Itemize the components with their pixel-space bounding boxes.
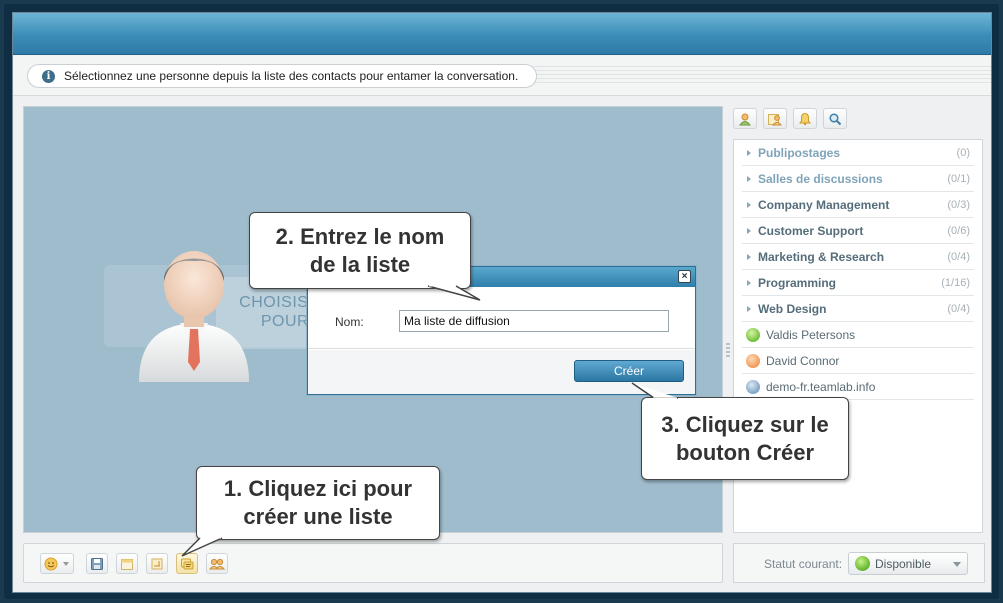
callout-step-1-tail <box>181 535 223 557</box>
close-icon[interactable]: × <box>678 270 691 283</box>
callout-step-2-tail <box>427 283 481 301</box>
expand-arrow-icon <box>747 175 751 182</box>
bottom-toolbar <box>23 543 723 583</box>
info-icon: i <box>42 69 55 83</box>
contact-icon <box>739 113 751 125</box>
group-name: Company Management <box>758 197 890 212</box>
chevron-down-icon <box>63 562 69 566</box>
bell-icon <box>799 112 811 125</box>
status-away-icon <box>746 353 760 368</box>
contact-valdis-petersons[interactable]: Valdis Petersons <box>742 322 974 348</box>
dialog-body: Nom: <box>308 287 695 349</box>
status-online-icon <box>746 327 760 342</box>
panel-splitter[interactable] <box>726 343 730 359</box>
info-message: i Sélectionnez une personne depuis la li… <box>27 64 538 88</box>
folder-icon <box>151 558 163 569</box>
group-count: (0/4) <box>947 302 970 315</box>
search-icon <box>829 112 842 125</box>
status-value: Disponible <box>875 556 932 571</box>
group-name: Web Design <box>758 301 827 316</box>
groups-view-button[interactable] <box>763 108 787 129</box>
status-select[interactable]: Disponible <box>848 552 968 575</box>
group-name: Customer Support <box>758 223 864 238</box>
group-marketing-research[interactable]: Marketing & Research (0/4) <box>742 244 974 270</box>
search-button[interactable] <box>823 108 847 129</box>
create-button[interactable]: Créer <box>574 360 684 382</box>
expand-arrow-icon <box>747 201 751 208</box>
contact-name: David Connor <box>766 353 840 368</box>
group-name: Publipostages <box>758 145 841 160</box>
callout-step-3: 3. Cliquez sur le bouton Créer <box>641 397 849 480</box>
group-count: (0) <box>956 146 970 159</box>
group-count: (0/4) <box>947 250 970 263</box>
group-web-design[interactable]: Web Design (0/4) <box>742 296 974 322</box>
group-count: (1/16) <box>941 276 970 289</box>
notifications-button[interactable] <box>793 108 817 129</box>
callout-step-2: 2. Entrez le nom de la liste <box>249 212 471 289</box>
title-bar <box>13 13 991 55</box>
callout-step-3-text: 3. Cliquez sur le bouton Créer <box>661 411 829 465</box>
group-salles-de-discussions[interactable]: Salles de discussions (0/1) <box>742 166 974 192</box>
callout-step-3-tail <box>631 382 678 401</box>
status-online-icon <box>855 556 870 571</box>
group-count: (0/3) <box>947 198 970 211</box>
save-icon <box>91 557 103 570</box>
folder-users-icon <box>768 113 783 125</box>
list-name-label: Nom: <box>335 315 364 329</box>
contact-name: demo-fr.teamlab.info <box>766 379 876 394</box>
expand-arrow-icon <box>747 279 751 286</box>
group-customer-support[interactable]: Customer Support (0/6) <box>742 218 974 244</box>
list-name-input[interactable] <box>399 310 669 332</box>
contact-david-connor[interactable]: David Connor <box>742 348 974 374</box>
group-publipostages[interactable]: Publipostages (0) <box>742 140 974 166</box>
callout-step-1-text: 1. Cliquez ici pour créer une liste <box>223 476 413 529</box>
expand-arrow-icon <box>747 149 751 156</box>
smiley-dropdown-button[interactable] <box>40 553 74 574</box>
contacts-toolbar <box>733 106 985 130</box>
smiley-icon <box>44 557 58 570</box>
callout-step-2-text: 2. Entrez le nom de la liste <box>275 223 445 277</box>
calendar-icon <box>121 558 133 570</box>
status-offline-icon <box>746 379 760 394</box>
group-count: (0/6) <box>947 224 970 237</box>
group-name: Programming <box>758 275 837 290</box>
group-programming[interactable]: Programming (1/16) <box>742 270 974 296</box>
callout-step-1: 1. Cliquez ici pour créer une liste <box>196 466 440 540</box>
status-bar: Statut courant: Disponible <box>733 543 985 583</box>
decorative-lines <box>533 66 991 86</box>
group-count: (0/1) <box>947 172 970 185</box>
info-strip: i Sélectionnez une personne depuis la li… <box>13 56 991 96</box>
expand-arrow-icon <box>747 227 751 234</box>
group-name: Salles de discussions <box>758 171 883 186</box>
status-label: Statut courant: <box>764 557 843 571</box>
group-company-management[interactable]: Company Management (0/3) <box>742 192 974 218</box>
contacts-view-button[interactable] <box>733 108 757 129</box>
chevron-down-icon <box>953 562 961 567</box>
user-avatar-icon <box>139 251 249 382</box>
expand-arrow-icon <box>747 305 751 312</box>
history-button[interactable] <box>146 553 168 574</box>
expand-arrow-icon <box>747 253 751 260</box>
calendar-button[interactable] <box>116 553 138 574</box>
save-button[interactable] <box>86 553 108 574</box>
contact-name: Valdis Petersons <box>766 327 856 342</box>
info-message-text: Sélectionnez une personne depuis la list… <box>64 69 519 83</box>
group-name: Marketing & Research <box>758 249 885 264</box>
